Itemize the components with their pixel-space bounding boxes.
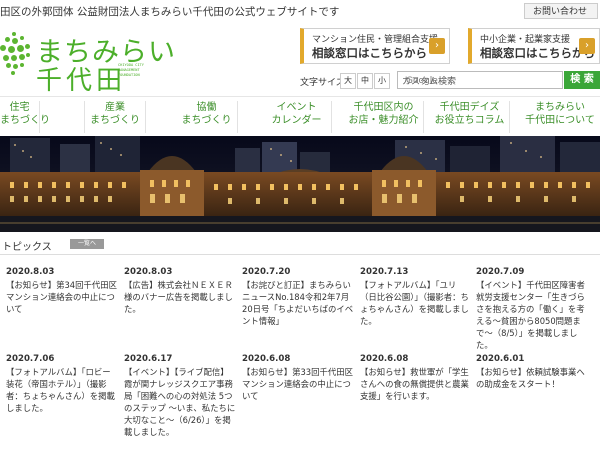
- topic-date: 2020.7.20: [242, 267, 291, 277]
- topic-text: 【広告】株式会社ＮＥＸＥＲ様のバナー広告を掲載しました。: [124, 280, 233, 314]
- topic-item[interactable]: 2020.6.08 【お知らせ】救世軍が「学生さんへの食の無償提供と農業支援」を…: [360, 353, 472, 402]
- topic-item[interactable]: 2020.7.06 【フォトアルバム】「ロビー装花（帝国ホテル）」（撮影者：ちょ…: [6, 353, 118, 414]
- font-size-small-button[interactable]: 小: [374, 73, 390, 89]
- logo-text-sub: 千代田: [36, 66, 127, 96]
- topic-date: 2020.8.03: [124, 267, 173, 277]
- nav-item-line2: 千代田について: [525, 115, 595, 126]
- topic-item[interactable]: 2020.6.17 【イベント】【ライブ配信】霞が関ナレッジスクエア事務局「困難…: [124, 353, 236, 438]
- topics-divider: [0, 254, 600, 255]
- banner-business-caption: 中小企業・起業家支援: [480, 35, 571, 45]
- topic-item[interactable]: 2020.7.20 【お詫びと訂正】まちみらいニュースNo.184令和2年7月2…: [242, 266, 354, 327]
- nav-item-line1: 住宅: [9, 102, 30, 113]
- tokyo-station-night-image: [0, 136, 600, 232]
- topics-list-link[interactable]: 一覧へ: [70, 239, 104, 249]
- chevron-right-icon: ›: [429, 38, 445, 54]
- topic-text: 【イベント】【ライブ配信】霞が関ナレッジスクエア事務局「困難への心の対処法 5つ…: [124, 367, 236, 437]
- nav-item-chiyoda-days[interactable]: 千代田デイズ お役立ちコラム: [430, 101, 510, 133]
- chevron-right-icon: ›: [579, 38, 595, 54]
- site-logo[interactable]: まちみらい 千代田 CHIYODA CITY MANAGEMENT FOUNDA…: [0, 28, 175, 96]
- topic-text: 【お詫びと訂正】まちみらいニュースNo.184令和2年7月20日号「ちよだいちば…: [242, 280, 354, 326]
- global-nav: 住宅 まちづくり 産業 まちづくり 協働 まちづくり イベント カレンダー 千代…: [0, 96, 600, 137]
- nav-item-line2: まちづくり: [0, 115, 50, 126]
- topic-date: 2020.7.13: [360, 267, 409, 277]
- topic-text: 【お知らせ】依頼試験事業への助成金をスタート！: [476, 367, 585, 389]
- search-button[interactable]: 検 索: [564, 71, 600, 89]
- nav-item-shops[interactable]: 千代田区内の お店・魅力紹介: [344, 101, 424, 133]
- inquiry-button[interactable]: お問い合わせ: [524, 3, 598, 19]
- font-size-label: 文字サイズ: [300, 78, 345, 88]
- banner-business-support[interactable]: 中小企業・起業家支援 相談窓口はこちらから ›: [468, 28, 600, 64]
- nav-item-line2: カレンダー: [271, 115, 322, 126]
- topics-heading: トピックス: [2, 242, 52, 253]
- search-google-label: Google: [406, 76, 438, 86]
- nav-item-line2: まちづくり: [181, 115, 232, 126]
- nav-item-line1: イベント: [276, 102, 317, 113]
- topic-item[interactable]: 2020.7.13 【フォトアルバム】「ユリ（日比谷公園）」（撮影者：ちょちゃん…: [360, 266, 472, 327]
- topic-text: 【イベント】千代田区障害者就労支援センター「生きづらさを抱える方の「働く」を考え…: [476, 280, 585, 350]
- nav-item-event-calendar[interactable]: イベント カレンダー: [262, 101, 332, 133]
- topic-date: 2020.7.06: [6, 354, 55, 364]
- topic-date: 2020.7.09: [476, 267, 525, 277]
- topic-date: 2020.6.08: [360, 354, 409, 364]
- nav-item-industry[interactable]: 産業 まちづくり: [84, 101, 146, 133]
- topic-item[interactable]: 2020.8.03 【お知らせ】第34回千代田区マンション連絡会の中止について: [6, 266, 118, 315]
- nav-item-line1: 千代田区内の: [353, 102, 414, 113]
- nav-item-line1: 協働: [196, 102, 217, 113]
- topic-text: 【お知らせ】第33回千代田区マンション連絡会の中止について: [242, 367, 353, 401]
- nav-item-line2: まちづくり: [90, 115, 140, 126]
- topic-date: 2020.6.08: [242, 354, 291, 364]
- topic-date: 2020.6.01: [476, 354, 525, 364]
- nav-item-about[interactable]: まちみらい 千代田について: [520, 101, 600, 133]
- topic-item[interactable]: 2020.6.08 【お知らせ】第33回千代田区マンション連絡会の中止について: [242, 353, 354, 402]
- top-bar: 田区の外郭団体 公益財団法人まちみらい千代田の公式ウェブサイトです お問い合わせ: [0, 0, 600, 22]
- topic-date: 2020.6.17: [124, 354, 173, 364]
- nav-item-line2: お店・魅力紹介: [348, 115, 419, 126]
- search-input[interactable]: Google カスタム検索: [397, 71, 563, 89]
- topic-date: 2020.8.03: [6, 267, 55, 277]
- hero-image: [0, 136, 600, 232]
- banner-mansion-support[interactable]: マンション住民・管理組合支援 相談窓口はこちらから ›: [300, 28, 450, 64]
- site-description: 田区の外郭団体 公益財団法人まちみらい千代田の公式ウェブサイトです: [0, 6, 340, 18]
- topic-text: 【お知らせ】救世軍が「学生さんへの食の無償提供と農業支援」を行います。: [360, 367, 469, 401]
- topic-item[interactable]: 2020.8.03 【広告】株式会社ＮＥＸＥＲ様のバナー広告を掲載しました。: [124, 266, 236, 315]
- nav-item-line2: お役立ちコラム: [434, 115, 505, 126]
- topic-text: 【お知らせ】第34回千代田区マンション連絡会の中止について: [6, 280, 117, 314]
- topic-item[interactable]: 2020.6.01 【お知らせ】依頼試験事業への助成金をスタート！: [476, 353, 588, 390]
- topic-item[interactable]: 2020.7.09 【イベント】千代田区障害者就労支援センター「生きづらさを抱え…: [476, 266, 588, 351]
- font-size-medium-button[interactable]: 中: [357, 73, 373, 89]
- nav-item-line1: 千代田デイズ: [439, 102, 500, 113]
- logo-mark-icon: [0, 32, 30, 78]
- banner-business-title: 相談窓口はこちらから: [480, 46, 595, 60]
- nav-item-collaboration[interactable]: 協働 まちづくり: [176, 101, 238, 133]
- nav-item-line1: 産業: [105, 102, 125, 113]
- banner-mansion-caption: マンション住民・管理組合支援: [312, 35, 439, 45]
- nav-item-housing[interactable]: 住宅 まちづくり: [0, 101, 50, 133]
- font-size-large-button[interactable]: 大: [340, 73, 356, 89]
- topic-text: 【フォトアルバム】「ユリ（日比谷公園）」（撮影者：ちょちゃんさん）を掲載しました…: [360, 280, 469, 326]
- nav-item-line1: まちみらい: [535, 102, 585, 113]
- banner-mansion-title: 相談窓口はこちらから: [312, 46, 427, 60]
- topic-text: 【フォトアルバム】「ロビー装花（帝国ホテル）」（撮影者：ちょちゃんさん）を掲載し…: [6, 367, 115, 413]
- logo-text-en: CHIYODA CITY MANAGEMENT FOUNDATION: [118, 63, 144, 77]
